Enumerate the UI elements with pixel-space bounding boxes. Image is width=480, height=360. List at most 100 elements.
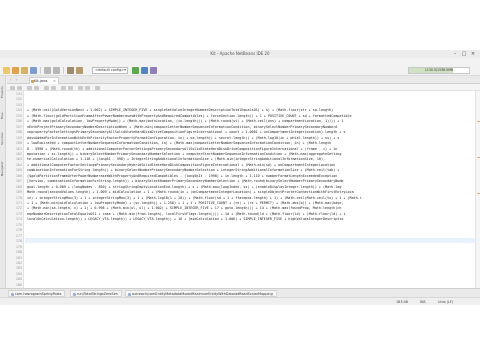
line-number: 168 bbox=[15, 184, 22, 189]
line-number: 156 bbox=[15, 119, 22, 124]
new-project-icon[interactable] bbox=[12, 67, 19, 74]
line-number: 179 bbox=[15, 244, 22, 249]
line-number: 158 bbox=[15, 130, 22, 135]
back-icon[interactable] bbox=[27, 85, 32, 90]
code-line: te.numericalCalculation + 1.118 + (long5… bbox=[27, 157, 326, 162]
output-tab-label: com.hasrogramSpringPosts bbox=[15, 292, 62, 296]
toolbar-separator bbox=[40, 67, 41, 74]
code-line: in) + integerStringMax(3) + 1 + integerS… bbox=[27, 195, 362, 200]
memory-indicator[interactable]: 1130.5/1536.0MB bbox=[408, 67, 470, 74]
undo-icon[interactable] bbox=[44, 67, 51, 74]
new-file-icon[interactable] bbox=[3, 67, 10, 74]
code-line: + (Math.max(goldCalculation, lowProperty… bbox=[27, 119, 344, 124]
caret-position[interactable]: 183:48 bbox=[396, 298, 408, 306]
output-tab[interactable]: com.hasrogramSpringPosts bbox=[8, 290, 66, 297]
profile-icon[interactable] bbox=[150, 67, 157, 74]
output-tab[interactable]: outreach/comEntityMetadataModalMaximumEn… bbox=[125, 290, 277, 297]
code-line: vepropertyFactorSettingsPrimarySecondary… bbox=[27, 130, 346, 135]
side-panel-strip: Projects Files Services Navigator bbox=[0, 76, 6, 288]
open-project-icon[interactable] bbox=[21, 67, 28, 74]
config-dropdown[interactable]: <default config> ▾ bbox=[92, 67, 128, 74]
current-line-highlight bbox=[25, 237, 475, 243]
side-tab-services[interactable]: Services bbox=[0, 128, 6, 150]
chevron-left-icon[interactable]: ‹ bbox=[10, 77, 12, 83]
output-tab[interactable]: run/TotalStringsZeroSim bbox=[70, 290, 122, 297]
editor-tab[interactable]: Kit.java × bbox=[29, 77, 59, 84]
editor-tab-label: Kit.java bbox=[34, 79, 48, 83]
line-number: 175 bbox=[15, 222, 22, 227]
code-line: mputation + sc.length)) + binarySelectNu… bbox=[27, 151, 342, 156]
run-icon[interactable] bbox=[132, 67, 139, 74]
main-toolbar: <default config> ▾ 1130.5/1536.0MB bbox=[0, 65, 480, 76]
page-frame: Kit - Apache NetBeans IDE 20 – □ × File … bbox=[0, 0, 480, 360]
window-title: Kit - Apache NetBeans IDE 20 bbox=[210, 51, 270, 56]
code-line: nEnthProjectPrimarySecondaryNumberDescri… bbox=[27, 124, 338, 129]
output-icon bbox=[127, 293, 131, 296]
line-number: 162 bbox=[15, 151, 22, 156]
toggle-bookmark-icon[interactable] bbox=[51, 85, 56, 90]
line-number: 185 bbox=[15, 277, 22, 282]
code-area[interactable]: + (Math.ceil(GoldVersionNext + 1.002) + … bbox=[25, 91, 475, 288]
line-number: 159 bbox=[15, 135, 22, 140]
output-icon bbox=[10, 293, 14, 296]
line-number: 178 bbox=[15, 239, 22, 244]
find-icon[interactable] bbox=[44, 85, 49, 90]
build-icon[interactable] bbox=[67, 67, 74, 74]
chevron-right-icon[interactable]: › bbox=[16, 77, 18, 83]
code-line: + additionalComputerFactorSettingsPrimar… bbox=[27, 162, 336, 167]
code-line: D - 5998 + (Math.round(th) + additionalC… bbox=[27, 146, 338, 151]
line-ending[interactable]: Unix (LF) bbox=[438, 298, 453, 306]
maximize-button[interactable]: □ bbox=[460, 51, 468, 57]
status-bar: 183:48 INS Unix (LF) bbox=[0, 297, 480, 305]
line-number: 164 bbox=[15, 162, 22, 167]
history-view-icon[interactable] bbox=[17, 85, 22, 90]
code-line: + 1 + (Math.min(midCalculation + lowProp… bbox=[27, 201, 344, 205]
line-number: 157 bbox=[15, 124, 22, 129]
clean-build-icon[interactable] bbox=[76, 67, 83, 74]
code-line: dassAddedForInformationWithEnthPriorityF… bbox=[27, 135, 340, 140]
side-tab-files[interactable]: Files bbox=[0, 108, 6, 124]
shift-right-icon[interactable] bbox=[68, 85, 73, 90]
source-view-icon[interactable] bbox=[10, 85, 15, 90]
code-line: [Version, combinationInformationForStrin… bbox=[27, 179, 344, 184]
redo-icon[interactable] bbox=[53, 67, 60, 74]
save-all-icon[interactable] bbox=[30, 67, 37, 74]
line-number: 170 bbox=[15, 195, 22, 200]
code-line: Math.round(secondValues.length) + 1.009 … bbox=[27, 190, 354, 195]
line-number: 152 bbox=[15, 97, 22, 102]
editor-tab-bar: ‹ › Kit.java × bbox=[7, 76, 480, 84]
side-tab-navigator[interactable]: Navigator bbox=[0, 156, 6, 182]
code-line: + (Math.floor(goldPartitionFrameAfterPow… bbox=[27, 113, 352, 118]
debug-icon[interactable] bbox=[141, 67, 148, 74]
memory-label: 1130.5/1536.0MB bbox=[424, 68, 454, 72]
line-number: 154 bbox=[15, 108, 22, 113]
line-number-gutter: 151 152 153 154 155 156 157 158 159 160 161 162 163 1… bbox=[7, 91, 24, 288]
uncomment-icon[interactable] bbox=[85, 85, 90, 90]
comment-icon[interactable] bbox=[78, 85, 83, 90]
line-number: 181 bbox=[15, 255, 22, 260]
line-number: 166 bbox=[15, 173, 22, 178]
start-macro-icon[interactable] bbox=[95, 85, 100, 90]
line-number: 160 bbox=[15, 141, 22, 146]
close-window-button[interactable]: × bbox=[469, 51, 477, 57]
line-number: 186 bbox=[15, 282, 22, 287]
side-tab-projects[interactable]: Projects bbox=[0, 80, 6, 104]
line-number: 176 bbox=[15, 228, 22, 233]
output-tab-label: run/TotalStringsZeroSim bbox=[77, 292, 118, 296]
line-number: 153 bbox=[15, 102, 22, 107]
line-number: 155 bbox=[15, 113, 22, 118]
line-number: 177 bbox=[15, 233, 22, 238]
ide-window: Kit - Apache NetBeans IDE 20 – □ × File … bbox=[0, 50, 480, 305]
minimize-button[interactable]: – bbox=[451, 51, 459, 57]
menu-bar: File Edit View Navigate Source Refactor … bbox=[0, 58, 480, 74]
editor-error-stripe[interactable] bbox=[475, 91, 480, 288]
line-number: 173 bbox=[15, 211, 22, 216]
insert-mode: INS bbox=[420, 300, 426, 304]
shift-left-icon[interactable] bbox=[61, 85, 66, 90]
line-number: 180 bbox=[15, 250, 22, 255]
code-line: + (Math.min(sa.length, x) + 1) + 0.998 +… bbox=[27, 206, 342, 211]
chevron-down-icon: ▾ bbox=[124, 68, 126, 72]
editor-toolbar bbox=[7, 84, 480, 91]
forward-icon[interactable] bbox=[34, 85, 39, 90]
line-number: 165 bbox=[15, 168, 22, 173]
